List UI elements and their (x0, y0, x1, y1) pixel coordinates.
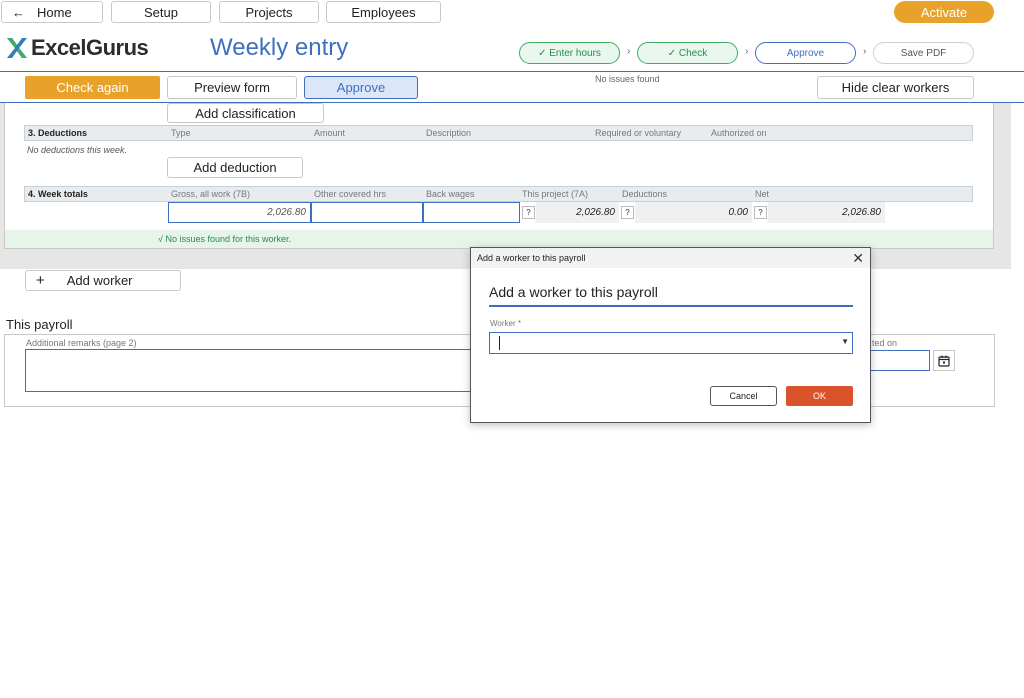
column-header: Description (426, 128, 472, 138)
status-text: No issues found (595, 74, 660, 84)
column-header: Deductions (622, 189, 668, 199)
chevron-right-icon: › (627, 46, 631, 57)
no-deductions-note: No deductions this week. (27, 145, 128, 155)
column-header: Net (755, 189, 770, 199)
home-button[interactable]: ← Home (1, 1, 103, 23)
add-worker-label: Add worker (66, 273, 133, 288)
other-covered-input[interactable] (311, 202, 423, 223)
x-logo-icon (7, 38, 27, 58)
chevron-down-icon[interactable]: ▼ (841, 337, 849, 346)
column-header: Authorized on (711, 128, 767, 138)
week-totals-title: 4. Week totals (28, 189, 88, 199)
add-deduction-button[interactable]: Add deduction (167, 157, 303, 178)
remarks-label: Additional remarks (page 2) (26, 338, 137, 348)
worker-ok-banner: √ No issues found for this worker. (5, 230, 993, 248)
column-header: Amount (314, 128, 346, 138)
step-approve[interactable]: Approve (755, 42, 856, 64)
column-header: Back wages (426, 189, 475, 199)
add-worker-dialog: Add a worker to this payroll ✕ Add a wor… (470, 247, 871, 423)
deductions-value: 0.00 (635, 202, 752, 223)
step-save-pdf[interactable]: Save PDF (873, 42, 974, 64)
logo-text: ExcelGurus (31, 35, 149, 60)
help-icon[interactable]: ? (522, 206, 535, 219)
this-project-value: 2,026.80 (536, 202, 619, 223)
help-icon[interactable]: ? (621, 206, 634, 219)
hide-clear-workers-button[interactable]: Hide clear workers (817, 76, 974, 99)
step-enter-hours[interactable]: ✓ Enter hours (519, 42, 620, 64)
cancel-button[interactable]: Cancel (710, 386, 777, 406)
net-value: 2,026.80 (768, 202, 885, 223)
add-worker-button[interactable]: + Add worker (25, 270, 181, 291)
worker-select[interactable]: ▼ (489, 332, 853, 354)
dialog-heading: Add a worker to this payroll (489, 284, 658, 300)
header-divider (0, 71, 1024, 72)
chevron-right-icon: › (863, 46, 867, 57)
add-classification-button[interactable]: Add classification (167, 103, 324, 123)
page-title: Weekly entry (210, 34, 349, 61)
authorized-on-input[interactable] (870, 350, 930, 371)
this-payroll-title: This payroll (6, 317, 73, 332)
column-header: Other covered hrs (314, 189, 387, 199)
text-caret (499, 336, 500, 350)
gross-input[interactable]: 2,026.80 (168, 202, 311, 223)
column-header: This project (7A) (522, 189, 589, 199)
dialog-titlebar: Add a worker to this payroll (471, 248, 870, 268)
preview-form-button[interactable]: Preview form (167, 76, 297, 99)
calendar-button[interactable] (933, 350, 955, 371)
back-wages-input[interactable] (423, 202, 520, 223)
deductions-header: 3. Deductions Type Amount Description Re… (24, 125, 973, 141)
worker-field-label: Worker * (490, 319, 521, 328)
close-icon[interactable]: ✕ (852, 250, 864, 267)
remarks-textarea[interactable] (25, 349, 475, 392)
help-icon[interactable]: ? (754, 206, 767, 219)
week-totals-header: 4. Week totals Gross, all work (7B) Othe… (24, 186, 973, 202)
projects-button[interactable]: Projects (219, 1, 319, 23)
plus-icon: + (36, 272, 45, 289)
excelgurus-logo: ExcelGurus (5, 35, 149, 61)
column-header: Required or voluntary (595, 128, 682, 138)
chevron-right-icon: › (745, 46, 749, 57)
employees-button[interactable]: Employees (326, 1, 441, 23)
calendar-icon (938, 355, 950, 367)
arrow-left-icon: ← (12, 4, 25, 20)
home-label: Home (37, 4, 72, 20)
ok-button[interactable]: OK (786, 386, 853, 406)
dialog-heading-underline (489, 305, 853, 307)
approve-button[interactable]: Approve (304, 76, 418, 99)
check-again-button[interactable]: Check again (25, 76, 160, 99)
activate-button[interactable]: Activate (894, 1, 994, 23)
step-check[interactable]: ✓ Check (637, 42, 738, 64)
column-header: Type (171, 128, 191, 138)
authorized-on-label: ted on (872, 338, 898, 348)
setup-button[interactable]: Setup (111, 1, 211, 23)
column-header: Gross, all work (7B) (171, 189, 251, 199)
deductions-title: 3. Deductions (28, 128, 88, 138)
